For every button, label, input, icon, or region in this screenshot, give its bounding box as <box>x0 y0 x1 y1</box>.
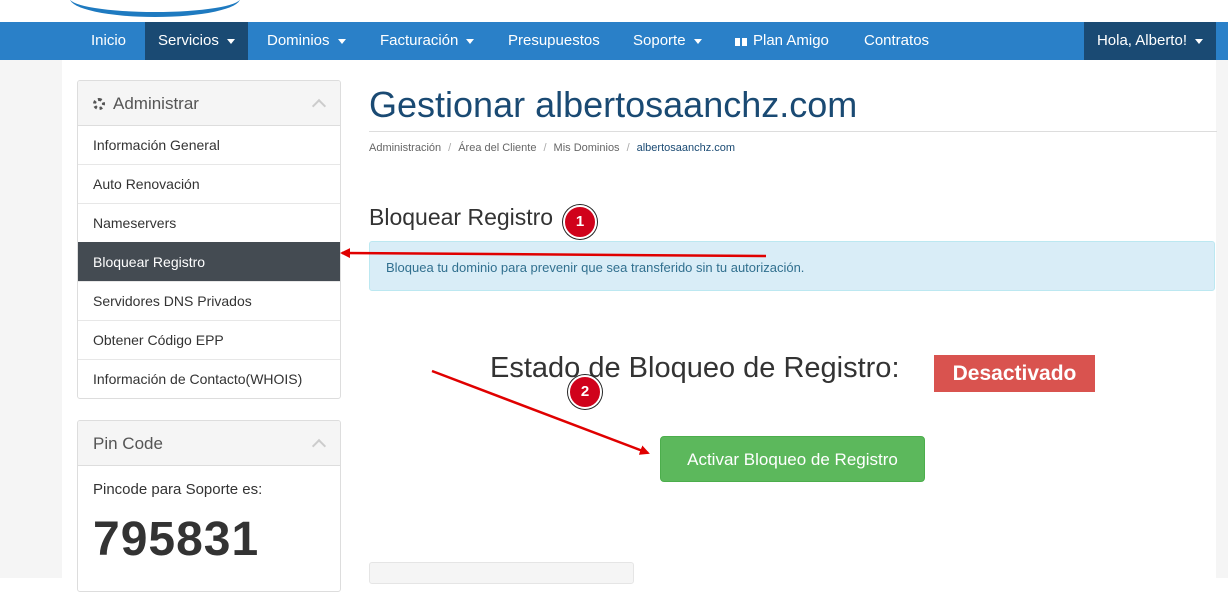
annotation-callout-1: 1 <box>563 205 597 239</box>
annotation-arrows <box>340 248 767 455</box>
arrow-1 <box>340 248 767 259</box>
arrow-2 <box>431 369 650 455</box>
annotation-callout-2: 2 <box>568 375 602 409</box>
